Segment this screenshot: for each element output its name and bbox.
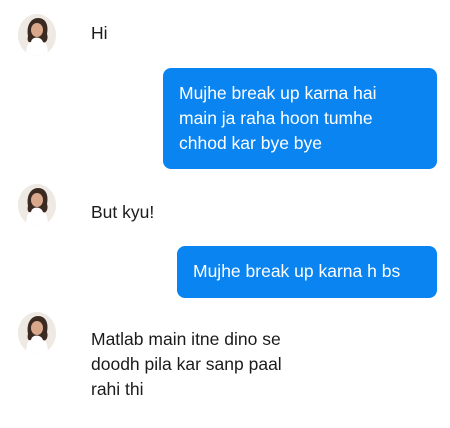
message-line: doodh pila kar sanp paal <box>91 354 282 374</box>
outgoing-message-bubble[interactable]: Mujhe break up karna h bs <box>177 246 437 298</box>
contact-avatar[interactable] <box>18 312 56 354</box>
incoming-message: Hi <box>91 22 108 45</box>
message-line: Matlab main itne dino se <box>91 329 281 349</box>
message-line: chhod kar bye bye <box>179 133 323 153</box>
incoming-message: But kyu! <box>91 201 154 224</box>
message-line: Hi <box>91 23 108 43</box>
outgoing-message-bubble[interactable]: Mujhe break up karna hai main ja raha ho… <box>163 68 437 169</box>
message-line: But kyu! <box>91 202 155 222</box>
incoming-message: Matlab main itne dino se doodh pila kar … <box>91 327 282 402</box>
contact-avatar[interactable] <box>18 14 56 56</box>
message-line: Mujhe break up karna h bs <box>193 261 401 281</box>
message-line: Mujhe break up karna hai <box>179 83 377 103</box>
contact-avatar[interactable] <box>18 184 56 226</box>
message-line: rahi thi <box>91 379 144 399</box>
message-line: main ja raha hoon tumhe <box>179 108 373 128</box>
chat-thread: Hi Mujhe break up karna hai main ja raha… <box>0 0 450 428</box>
